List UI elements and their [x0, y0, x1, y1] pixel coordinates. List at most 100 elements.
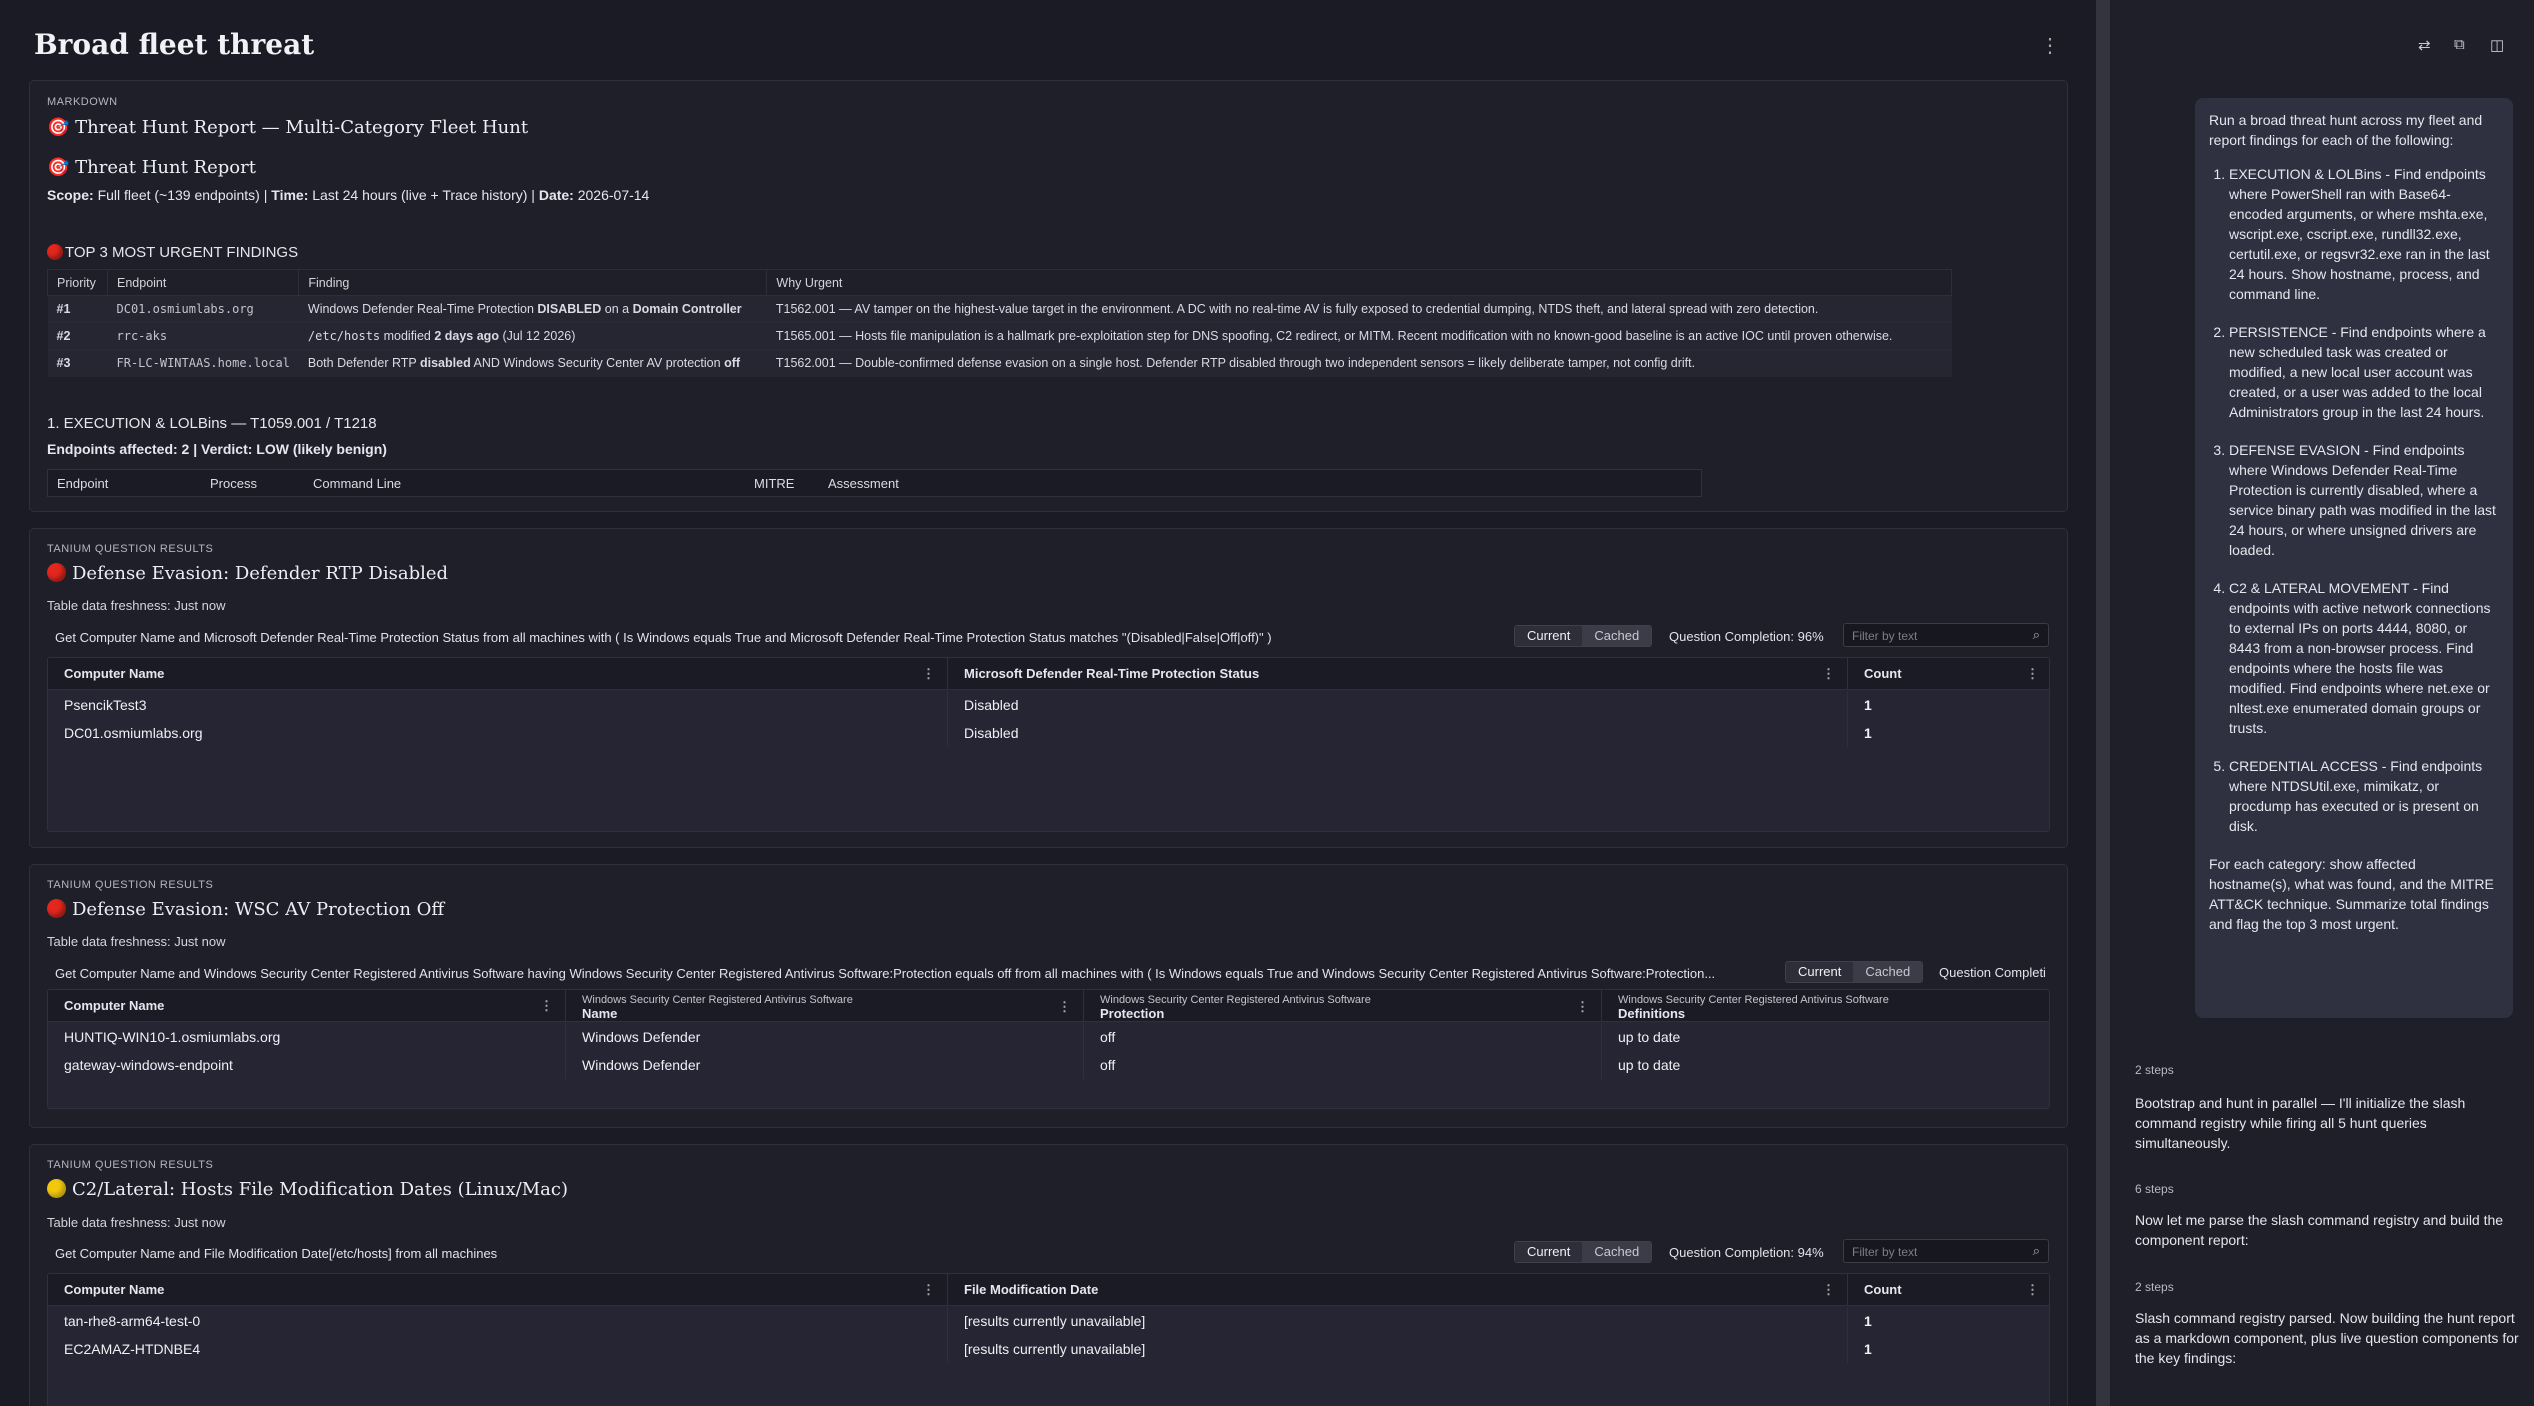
steps-toggle[interactable]: 2 steps	[2135, 1063, 2174, 1077]
col-computer-name[interactable]: Computer Name ⋮	[48, 990, 566, 1022]
prompt-item: DEFENSE EVASION - Find endpoints where W…	[2229, 440, 2499, 560]
cell-status: Disabled	[948, 719, 1848, 747]
app-root: Broad fleet threat ⋮ MARKDOWN 🎯 Threat H…	[0, 0, 2534, 1406]
finding-endpoint: FR-LC-WINTAAS.home.local	[107, 349, 299, 377]
column-menu-icon[interactable]: ⋮	[1822, 658, 1835, 690]
report-h1: 🎯 Threat Hunt Report — Multi-Category Fl…	[47, 117, 529, 138]
cell-av-name: Windows Defender	[566, 1051, 1084, 1079]
results-grid: Computer Name ⋮ Microsoft Defender Real-T…	[47, 657, 2050, 832]
finding-row: #2 rrc-aks /etc/hosts modified 2 days ag…	[47, 322, 1952, 350]
question-completion: Question Completi	[1939, 965, 2046, 980]
data-source-toggle: Current Cached	[1514, 625, 1653, 647]
panel-tag: TANIUM QUESTION RESULTS	[47, 879, 214, 891]
column-menu-icon[interactable]: ⋮	[922, 658, 935, 690]
table-row[interactable]: gateway-windows-endpoint Windows Defende…	[48, 1051, 2049, 1079]
report-h2: 🎯 Threat Hunt Report	[47, 157, 256, 178]
cell-computer-name: PsencikTest3	[48, 691, 948, 719]
prompt-outro: For each category: show affected hostnam…	[2209, 856, 2494, 932]
panel-resize-handle[interactable]	[2096, 0, 2110, 1406]
cell-count: 1	[1864, 697, 1872, 713]
sidebar-toggle-icon[interactable]: ◫	[2490, 36, 2504, 54]
results-grid: Computer Name ⋮ File Modification Date ⋮ C…	[47, 1273, 2050, 1406]
cell-computer-name: HUNTIQ-WIN10-1.osmiumlabs.org	[48, 1023, 566, 1051]
cached-toggle[interactable]: Cached	[1582, 1242, 1652, 1262]
freshness-text: Table data freshness: Just now	[47, 1215, 226, 1230]
column-menu-icon[interactable]: ⋮	[922, 1274, 935, 1306]
cached-toggle[interactable]: Cached	[1582, 626, 1652, 646]
table-row[interactable]: PsencikTest3 Disabled 1	[48, 691, 2049, 719]
column-menu-icon[interactable]: ⋮	[1822, 1274, 1835, 1306]
search-icon: ⌕	[2032, 627, 2040, 642]
col-rtp-status[interactable]: Microsoft Defender Real-Time Protection …	[948, 658, 1848, 690]
table-row[interactable]: EC2AMAZ-HTDNBE4 [results currently unava…	[48, 1335, 2049, 1363]
grid-header: Computer Name ⋮ Microsoft Defender Real-T…	[48, 658, 2049, 690]
data-source-toggle: Current Cached	[1514, 1241, 1653, 1263]
current-toggle[interactable]: Current	[1515, 1242, 1583, 1262]
col-computer-name[interactable]: Computer Name ⋮	[48, 658, 948, 690]
col-file-mod-date[interactable]: File Modification Date ⋮	[948, 1274, 1848, 1306]
report-scope: Scope: Full fleet (~139 endpoints) | Tim…	[47, 187, 650, 203]
red-circle-icon	[47, 244, 63, 260]
question-completion: Question Completion: 94%	[1669, 1245, 1824, 1260]
col-av-protection[interactable]: Windows Security Center Registered Antiv…	[1084, 990, 1602, 1022]
column-menu-icon[interactable]: ⋮	[2026, 658, 2039, 690]
cell-count: 1	[1864, 725, 1872, 741]
finding-endpoint: DC01.osmiumlabs.org	[107, 295, 299, 323]
table-row[interactable]: HUNTIQ-WIN10-1.osmiumlabs.org Windows De…	[48, 1023, 2049, 1051]
col-av-definitions[interactable]: Windows Security Center Registered Antiv…	[1602, 990, 2049, 1022]
question-panel-wsc-av: TANIUM QUESTION RESULTS Defense Evasion:…	[29, 864, 2068, 1128]
table-row[interactable]: tan-rhe8-arm64-test-0 [results currently…	[48, 1307, 2049, 1335]
cell-mod-date: [results currently unavailable]	[948, 1335, 1848, 1363]
search-icon: ⌕	[2032, 1243, 2040, 1258]
panel-tag: TANIUM QUESTION RESULTS	[47, 1159, 214, 1171]
col-count[interactable]: Count ⋮	[1848, 658, 2049, 690]
column-menu-icon[interactable]: ⋮	[1576, 1000, 1589, 1013]
cached-toggle[interactable]: Cached	[1853, 962, 1923, 982]
yellow-circle-icon	[47, 1179, 66, 1198]
steps-toggle[interactable]: 2 steps	[2135, 1280, 2174, 1294]
user-prompt-bubble: Run a broad threat hunt across my fleet …	[2195, 98, 2513, 1018]
col-finding: Finding	[298, 269, 768, 296]
prompt-item: C2 & LATERAL MOVEMENT - Find endpoints w…	[2229, 578, 2499, 738]
target-icon: 🎯	[47, 157, 70, 178]
col-av-name[interactable]: Windows Security Center Registered Antiv…	[566, 990, 1084, 1022]
red-circle-icon	[47, 899, 66, 918]
cell-mod-date: [results currently unavailable]	[948, 1307, 1848, 1335]
filter-input[interactable]: Filter by text ⌕	[1843, 623, 2049, 647]
current-toggle[interactable]: Current	[1515, 626, 1583, 646]
grid-header: Computer Name ⋮ Windows Security Center R…	[48, 990, 2049, 1022]
findings-header-row: Priority Endpoint Finding Why Urgent	[47, 269, 1952, 296]
cell-computer-name: tan-rhe8-arm64-test-0	[48, 1307, 948, 1335]
column-menu-icon[interactable]: ⋮	[540, 990, 553, 1022]
current-toggle[interactable]: Current	[1786, 962, 1854, 982]
steps-toggle[interactable]: 6 steps	[2135, 1182, 2174, 1196]
prompt-list: EXECUTION & LOLBins - Find endpoints whe…	[2209, 164, 2499, 836]
column-menu-icon[interactable]: ⋮	[1058, 1000, 1071, 1013]
col-endpoint: Endpoint	[106, 269, 300, 296]
cell-av-name: Windows Defender	[566, 1023, 1084, 1051]
col-endpoint: Endpoint	[57, 476, 109, 491]
panel-title: Defense Evasion: Defender RTP Disabled	[47, 563, 448, 584]
red-circle-icon	[47, 563, 66, 582]
col-computer-name[interactable]: Computer Name ⋮	[48, 1274, 948, 1306]
page-menu-icon[interactable]: ⋮	[2040, 34, 2060, 58]
finding-row: #1 DC01.osmiumlabs.org Windows Defender …	[47, 295, 1952, 323]
question-text: Get Computer Name and File Modification …	[55, 1246, 498, 1261]
col-count[interactable]: Count ⋮	[1848, 1274, 2049, 1306]
freshness-text: Table data freshness: Just now	[47, 934, 226, 949]
finding-priority: #3	[47, 349, 108, 377]
section1-title: 1. EXECUTION & LOLBins — T1059.001 / T12…	[47, 415, 377, 432]
column-menu-icon[interactable]: ⋮	[2026, 1274, 2039, 1306]
finding-text: /etc/hosts modified 2 days ago (Jul 12 2…	[298, 322, 767, 350]
cell-definitions: up to date	[1618, 1057, 1681, 1073]
link-icon[interactable]: ⧉	[2454, 36, 2465, 53]
page-title: Broad fleet threat	[34, 28, 315, 61]
cell-protection: off	[1084, 1051, 1602, 1079]
swap-icon[interactable]: ⇄	[2418, 36, 2431, 54]
prompt-item: PERSISTENCE - Find endpoints where a new…	[2229, 322, 2499, 422]
filter-input[interactable]: Filter by text ⌕	[1843, 1239, 2049, 1263]
prompt-intro: Run a broad threat hunt across my fleet …	[2209, 112, 2483, 148]
cell-computer-name: DC01.osmiumlabs.org	[48, 719, 948, 747]
table-row[interactable]: DC01.osmiumlabs.org Disabled 1	[48, 719, 2049, 747]
col-command-line: Command Line	[313, 476, 402, 491]
